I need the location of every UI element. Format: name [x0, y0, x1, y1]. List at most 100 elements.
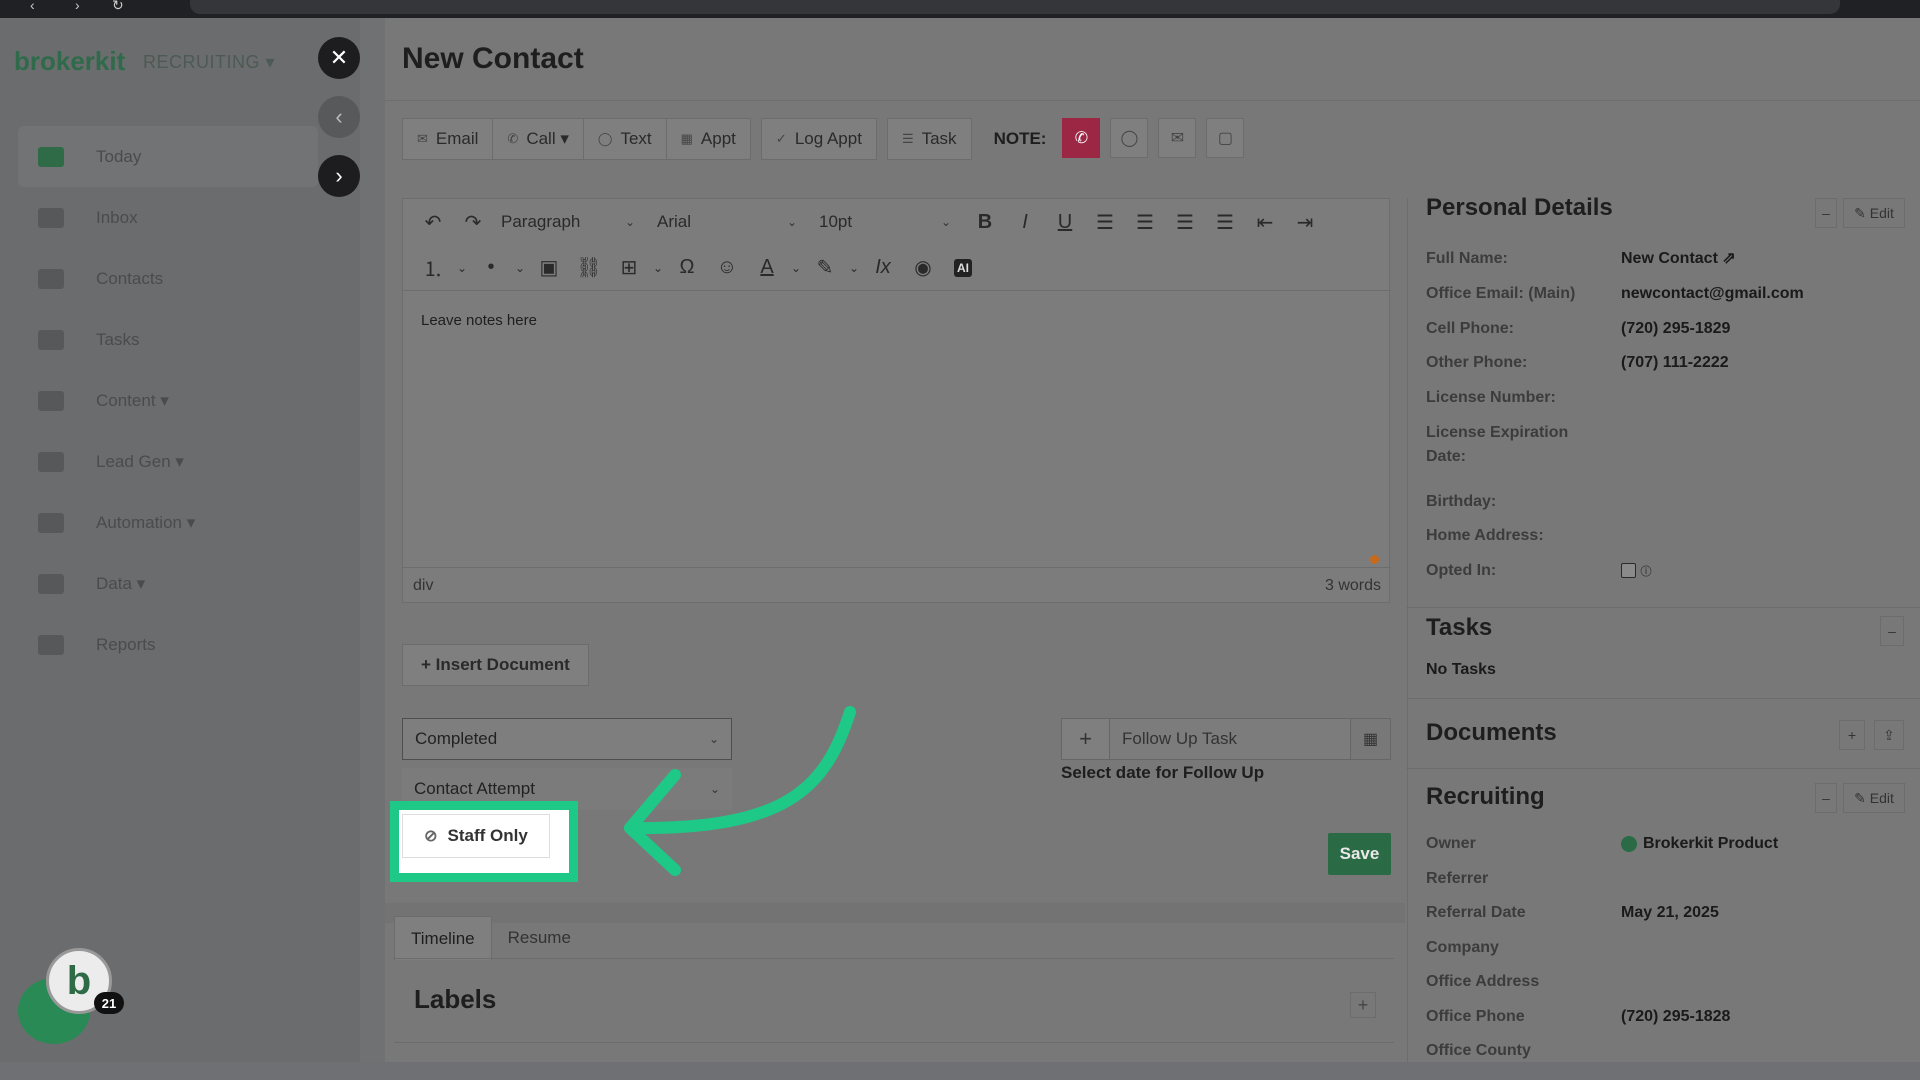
tab-timeline[interactable]: Timeline: [394, 916, 492, 960]
align-right-button[interactable]: ☰: [1165, 204, 1205, 240]
block-format-select[interactable]: Paragraph ⌄: [493, 205, 643, 239]
sidebar-item-tasks[interactable]: Tasks: [18, 309, 318, 370]
collapse-tasks-button[interactable]: –: [1880, 616, 1904, 646]
reload-icon[interactable]: ↻: [112, 0, 124, 14]
sidebar-item-contacts[interactable]: Contacts: [18, 248, 318, 309]
field-opted-in: Opted In: ⓘ: [1426, 559, 1651, 584]
field-value[interactable]: (707) 111-2222: [1621, 351, 1729, 375]
bullet-list-icon: •: [487, 256, 495, 278]
insert-document-button[interactable]: + Insert Document: [402, 644, 589, 686]
special-char-button[interactable]: Ω: [667, 250, 707, 286]
add-label-button[interactable]: +: [1350, 992, 1376, 1018]
field-full-name: Full Name: New Contact ⇗: [1426, 247, 1736, 271]
numbered-list-button[interactable]: ⒈: [413, 250, 453, 286]
table-dropdown[interactable]: ⌄: [649, 250, 667, 286]
clear-format-button[interactable]: Ix: [863, 250, 903, 286]
numbered-list-dropdown[interactable]: ⌄: [453, 250, 471, 286]
external-link-icon[interactable]: ⇗: [1722, 250, 1735, 267]
address-bar[interactable]: [190, 0, 1840, 14]
workspace-switcher[interactable]: RECRUITING ▾: [143, 52, 275, 73]
field-value[interactable]: (720) 295-1829: [1621, 317, 1730, 341]
highlight-dropdown[interactable]: ⌄: [845, 250, 863, 286]
previous-contact-button[interactable]: ‹: [318, 96, 360, 138]
note-email-button[interactable]: ✉: [1158, 118, 1197, 158]
field-referrer: Referrer: [1426, 867, 1621, 891]
notes-editor-body[interactable]: Leave notes here: [403, 292, 1391, 562]
italic-button[interactable]: I: [1005, 204, 1045, 240]
email-button[interactable]: ✉ Email: [402, 118, 493, 160]
follow-up-task-input[interactable]: Follow Up Task: [1110, 719, 1350, 759]
plus-icon: +: [1079, 726, 1092, 751]
align-center-button[interactable]: ☰: [1125, 204, 1165, 240]
text-button[interactable]: ◯ Text: [582, 118, 666, 160]
forward-icon[interactable]: ›: [75, 0, 80, 13]
upload-document-button[interactable]: ⇪: [1874, 720, 1904, 750]
add-document-button[interactable]: +: [1839, 720, 1865, 750]
sidebar-item-lead-gen[interactable]: Lead Gen ▾: [18, 431, 318, 492]
preview-button[interactable]: ◉: [903, 250, 943, 286]
back-icon[interactable]: ‹: [30, 0, 35, 13]
sidebar-item-automation[interactable]: Automation ▾: [18, 492, 318, 553]
call-button[interactable]: ✆ Call ▾: [492, 118, 583, 160]
field-label: Referral Date: [1426, 904, 1526, 921]
field-value[interactable]: (720) 295-1828: [1621, 1005, 1730, 1029]
sidebar-item-inbox[interactable]: Inbox: [18, 187, 318, 248]
ai-button[interactable]: AI: [943, 250, 983, 286]
sidebar-item-content[interactable]: Content ▾: [18, 370, 318, 431]
sidebar-item-reports[interactable]: Reports: [18, 614, 318, 675]
edit-recruiting-button[interactable]: ✎ Edit: [1843, 783, 1905, 813]
redo-button[interactable]: ↷: [453, 204, 493, 240]
indent-button[interactable]: ⇥: [1285, 204, 1325, 240]
editor-toolbar-row-2: ⒈ ⌄ • ⌄ ▣ ⛓ ⊞ ⌄ Ω ☺ A ⌄ ✎ ⌄ Ix ◉ AI: [403, 245, 1391, 291]
insert-image-button[interactable]: ▣: [529, 250, 569, 286]
text-color-button[interactable]: A: [747, 250, 787, 286]
save-button[interactable]: Save: [1328, 833, 1391, 875]
appt-button[interactable]: ▦ Appt: [665, 118, 751, 160]
bullet-list-dropdown[interactable]: ⌄: [511, 250, 529, 286]
task-button[interactable]: ☰ Task: [886, 118, 972, 160]
minus-icon: –: [1822, 205, 1830, 221]
outdent-button[interactable]: ⇤: [1245, 204, 1285, 240]
text-color-dropdown[interactable]: ⌄: [787, 250, 805, 286]
chevron-down-icon: ⌄: [790, 260, 802, 275]
bullet-list-button[interactable]: •: [471, 250, 511, 286]
chevron-down-icon: ⌄: [456, 260, 468, 275]
justify-icon: ☰: [1216, 211, 1234, 234]
full-name-value[interactable]: New Contact ⇗: [1621, 247, 1736, 271]
log-appt-button[interactable]: ✓ Log Appt: [760, 118, 877, 160]
note-text-button[interactable]: ◯: [1110, 118, 1149, 158]
font-size-select[interactable]: 10pt ⌄: [811, 205, 959, 239]
add-follow-up-button[interactable]: +: [1062, 719, 1110, 759]
sidebar-item-data[interactable]: Data ▾: [18, 553, 318, 614]
field-label: Office County: [1426, 1042, 1531, 1059]
owner-value[interactable]: Brokerkit Product: [1621, 832, 1778, 856]
edit-label: Edit: [1869, 790, 1894, 806]
tab-resume[interactable]: Resume: [492, 916, 587, 960]
insert-link-button[interactable]: ⛓: [569, 250, 609, 286]
bold-button[interactable]: B: [965, 204, 1005, 240]
staff-only-button[interactable]: ⊘ Staff Only: [402, 814, 550, 858]
field-value[interactable]: newcontact@gmail.com: [1621, 282, 1804, 306]
highlight-button[interactable]: ✎: [805, 250, 845, 286]
font-family-select[interactable]: Arial ⌄: [649, 205, 805, 239]
calendar-icon: ▦: [1362, 731, 1379, 748]
opted-in-checkbox[interactable]: [1621, 563, 1636, 579]
date-picker-button[interactable]: ▦: [1350, 719, 1390, 759]
justify-button[interactable]: ☰: [1205, 204, 1245, 240]
edit-personal-button[interactable]: ✎ Edit: [1843, 198, 1905, 228]
emoji-button[interactable]: ☺: [707, 250, 747, 286]
note-general-button[interactable]: ▢: [1206, 118, 1245, 158]
next-contact-button[interactable]: ›: [318, 155, 360, 197]
sidebar-item-today[interactable]: Today: [18, 126, 318, 187]
close-modal-button[interactable]: ✕: [318, 37, 360, 79]
align-left-button[interactable]: ☰: [1085, 204, 1125, 240]
sidebar-item-label: Data ▾: [96, 573, 146, 593]
follow-up-hint: Select date for Follow Up: [1061, 763, 1265, 782]
insert-table-button[interactable]: ⊞: [609, 250, 649, 286]
note-call-button[interactable]: ✆: [1062, 118, 1101, 158]
collapse-personal-button[interactable]: –: [1815, 198, 1837, 228]
undo-button[interactable]: ↶: [413, 204, 453, 240]
underline-button[interactable]: U: [1045, 204, 1085, 240]
collapse-recruiting-button[interactable]: –: [1815, 783, 1837, 813]
outdent-icon: ⇤: [1256, 211, 1274, 234]
